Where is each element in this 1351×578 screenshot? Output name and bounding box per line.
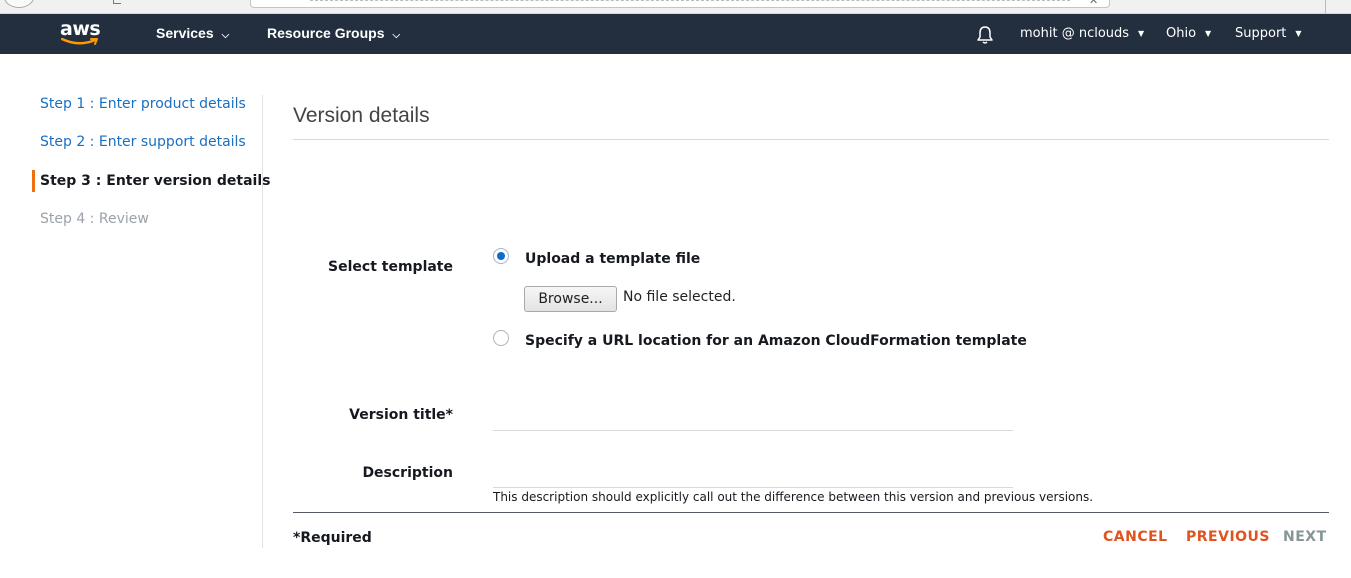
cancel-button[interactable]: CANCEL: [1103, 529, 1168, 545]
resource-groups-menu[interactable]: Resource Groups ⌵: [267, 14, 400, 54]
page-title: Version details: [293, 104, 430, 127]
url-template-radio[interactable]: [493, 330, 509, 346]
region-menu[interactable]: Ohio ▼: [1166, 14, 1211, 54]
support-menu[interactable]: Support ▼: [1235, 14, 1302, 54]
description-hint: This description should explicitly call …: [493, 490, 1094, 504]
step-4-disabled: Step 4 : Review: [40, 211, 149, 227]
footer-divider: [293, 512, 1329, 513]
previous-button[interactable]: PREVIOUS: [1186, 529, 1270, 545]
browser-toolbar: ✕: [0, 0, 1351, 14]
chevron-down-icon: ⌵: [221, 30, 230, 41]
step-2-link[interactable]: Step 2 : Enter support details: [32, 131, 246, 153]
aws-logo[interactable]: aws: [60, 18, 102, 48]
browser-back-button[interactable]: [4, 0, 34, 8]
next-button[interactable]: NEXT: [1283, 529, 1327, 545]
version-title-input[interactable]: [493, 403, 1013, 431]
file-status-text: No file selected.: [623, 289, 736, 305]
services-label: Services: [156, 25, 214, 41]
notifications-bell-icon[interactable]: [976, 25, 994, 49]
account-label: mohit @ nclouds: [1020, 26, 1130, 41]
support-label: Support: [1235, 26, 1287, 41]
upload-template-radio[interactable]: [493, 248, 509, 264]
chevron-down-icon: ⌵: [392, 30, 401, 41]
services-menu[interactable]: Services ⌵: [156, 14, 229, 54]
description-label: Description: [362, 465, 453, 481]
url-template-label[interactable]: Specify a URL location for an Amazon Clo…: [525, 333, 1027, 349]
aws-smile-icon: [61, 37, 98, 45]
title-divider: [293, 139, 1329, 140]
caret-down-icon: ▼: [1205, 29, 1212, 38]
resource-groups-label: Resource Groups: [267, 25, 385, 41]
caret-down-icon: ▼: [1295, 29, 1302, 38]
required-note: *Required: [293, 530, 372, 546]
clear-address-icon[interactable]: ✕: [1089, 0, 1098, 7]
step-3-current: Step 3 : Enter version details: [32, 170, 270, 192]
browser-address-bar[interactable]: [250, 0, 1110, 8]
description-input[interactable]: [493, 460, 1013, 488]
bookmark-icon[interactable]: [113, 0, 121, 4]
toolbar-divider: [1325, 0, 1326, 13]
aws-navbar: aws Services ⌵ Resource Groups ⌵ mohit @ n…: [0, 14, 1351, 54]
select-template-label: Select template: [328, 259, 453, 275]
browse-file-button[interactable]: Browse...: [524, 286, 617, 312]
upload-template-label[interactable]: Upload a template file: [525, 251, 700, 267]
address-bar-text: [310, 0, 1070, 1]
version-title-label: Version title*: [349, 407, 453, 423]
caret-down-icon: ▼: [1138, 29, 1145, 38]
step-1-link[interactable]: Step 1 : Enter product details: [32, 93, 246, 115]
region-label: Ohio: [1166, 26, 1197, 41]
account-menu[interactable]: mohit @ nclouds ▼: [1020, 14, 1144, 54]
